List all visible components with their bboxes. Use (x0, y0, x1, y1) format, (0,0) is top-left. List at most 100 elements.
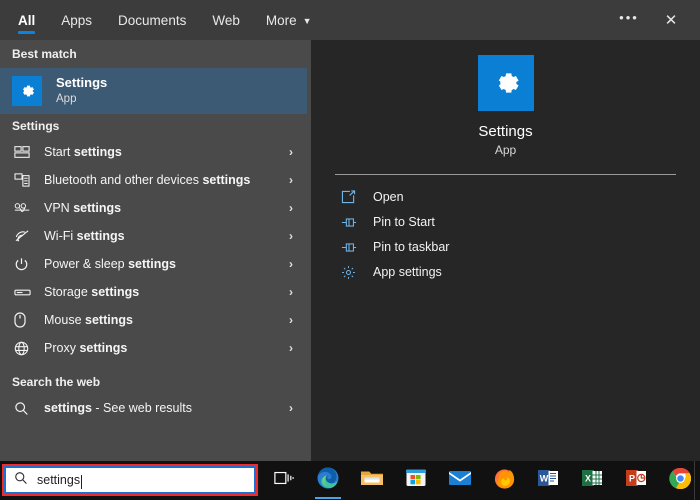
action-pin-to-start[interactable]: Pin to Start (311, 210, 700, 234)
show-desktop-button[interactable] (694, 461, 700, 500)
result-web-search[interactable]: settings - See web results › (0, 394, 311, 422)
close-button[interactable]: ✕ (652, 2, 690, 38)
taskbar-button-firefox[interactable] (482, 461, 526, 500)
search-box-focus-ring: settings (4, 466, 256, 494)
taskbar-search-input[interactable]: settings (6, 468, 254, 492)
result-power-sleep-settings[interactable]: Power & sleep settings › (0, 250, 311, 278)
action-open[interactable]: Open (311, 185, 700, 209)
power-icon (14, 257, 36, 272)
taskbar-button-excel[interactable]: X (570, 461, 614, 500)
tab-all[interactable]: All (18, 0, 36, 40)
taskbar-buttons: W X P (262, 461, 700, 500)
chevron-right-icon: › (289, 229, 293, 243)
search-input-value: settings (37, 473, 81, 487)
result-label: Wi-Fi settings (44, 229, 125, 243)
taskbar-button-microsoft-store[interactable] (394, 461, 438, 500)
result-label: Mouse settings (44, 313, 133, 327)
close-icon: ✕ (664, 12, 678, 29)
result-vpn-settings[interactable]: VPN settings › (0, 194, 311, 222)
taskbar-button-word[interactable]: W (526, 461, 570, 500)
result-label: Storage settings (44, 285, 140, 299)
search-web-header: Search the web (12, 375, 101, 389)
ellipsis-icon: ••• (619, 9, 639, 25)
result-best-match-settings[interactable]: Settings App (0, 68, 307, 114)
chevron-right-icon: › (289, 285, 293, 299)
gear-icon (341, 265, 363, 280)
tab-more[interactable]: More ▼ (266, 0, 312, 40)
pin-icon (341, 241, 363, 254)
edge-icon (316, 466, 340, 495)
file-explorer-icon (360, 468, 384, 493)
more-options-button[interactable]: ••• (610, 2, 648, 38)
taskbar-button-file-explorer[interactable] (350, 461, 394, 500)
best-match-text: Settings App (56, 75, 107, 106)
start-grid-icon (14, 145, 36, 159)
tab-documents-label: Documents (118, 12, 187, 28)
app-preview: Settings App (311, 40, 700, 168)
tab-all-label: All (18, 12, 36, 28)
tab-web[interactable]: Web (212, 0, 240, 40)
result-label: settings - See web results (44, 401, 192, 415)
excel-icon: X (581, 467, 603, 494)
chevron-right-icon: › (289, 313, 293, 327)
best-match-subtitle: App (56, 92, 77, 105)
tab-documents[interactable]: Documents (118, 0, 186, 40)
tab-apps[interactable]: Apps (61, 0, 92, 40)
wifi-icon (14, 229, 36, 243)
action-label: Open (373, 190, 404, 204)
chevron-right-icon: › (289, 257, 293, 271)
action-label: Pin to Start (373, 215, 435, 229)
result-bluetooth-settings[interactable]: Bluetooth and other devices settings › (0, 166, 311, 194)
chevron-down-icon: ▼ (302, 15, 312, 26)
preview-app-name: Settings (478, 123, 533, 140)
gear-icon (12, 76, 42, 106)
action-label: Pin to taskbar (373, 240, 450, 254)
firefox-icon (493, 467, 516, 495)
chrome-icon (668, 467, 692, 495)
result-proxy-settings[interactable]: Proxy settings › (0, 334, 311, 362)
word-icon: W (537, 467, 559, 494)
tab-apps-label: Apps (61, 12, 93, 28)
taskbar-button-task-view[interactable] (262, 461, 306, 500)
result-label: Power & sleep settings (44, 257, 177, 271)
best-match-header: Best match (12, 47, 77, 61)
taskbar-button-powerpoint[interactable]: P (614, 461, 658, 500)
chevron-right-icon: › (289, 173, 293, 187)
taskbar: settings W X P (0, 461, 700, 500)
chevron-right-icon: › (289, 341, 293, 355)
action-pin-to-taskbar[interactable]: Pin to taskbar (311, 235, 700, 259)
result-start-settings[interactable]: Start settings › (0, 138, 311, 166)
vpn-icon (14, 202, 36, 214)
app-actions: Open Pin to Start Pin to taskbar App set… (311, 175, 700, 284)
globe-icon (14, 341, 36, 356)
bluetooth-devices-icon (14, 173, 36, 187)
result-storage-settings[interactable]: Storage settings › (0, 278, 311, 306)
open-icon (341, 190, 363, 204)
search-icon (14, 471, 28, 490)
settings-section-header: Settings (12, 119, 60, 133)
result-label: Bluetooth and other devices settings (44, 173, 251, 187)
search-header: All Apps Documents Web More ▼ ••• ✕ (0, 0, 700, 40)
storage-icon (14, 288, 36, 297)
chevron-right-icon: › (289, 145, 293, 159)
action-label: App settings (373, 265, 442, 279)
result-label: Start settings (44, 145, 122, 159)
tab-web-label: Web (212, 12, 240, 28)
mail-icon (448, 469, 472, 492)
result-mouse-settings[interactable]: Mouse settings › (0, 306, 311, 334)
action-app-settings[interactable]: App settings (311, 260, 700, 284)
filter-tabs: All Apps Documents Web More ▼ (0, 0, 312, 40)
preview-pane: Settings App Open Pin to Start Pin to ta… (311, 40, 700, 461)
search-box-annotation: settings (2, 464, 258, 496)
preview-app-type: App (494, 143, 517, 157)
mouse-icon (14, 312, 36, 328)
taskbar-button-edge[interactable] (306, 461, 350, 500)
svg-text:W: W (540, 474, 549, 484)
svg-text:X: X (585, 474, 591, 484)
result-wifi-settings[interactable]: Wi-Fi settings › (0, 222, 311, 250)
chevron-right-icon: › (289, 401, 293, 415)
text-cursor (81, 475, 83, 489)
search-flyout: All Apps Documents Web More ▼ ••• ✕ Best… (0, 0, 700, 461)
results-column: Best match Settings App Settings Start s… (0, 40, 311, 461)
taskbar-button-mail[interactable] (438, 461, 482, 500)
